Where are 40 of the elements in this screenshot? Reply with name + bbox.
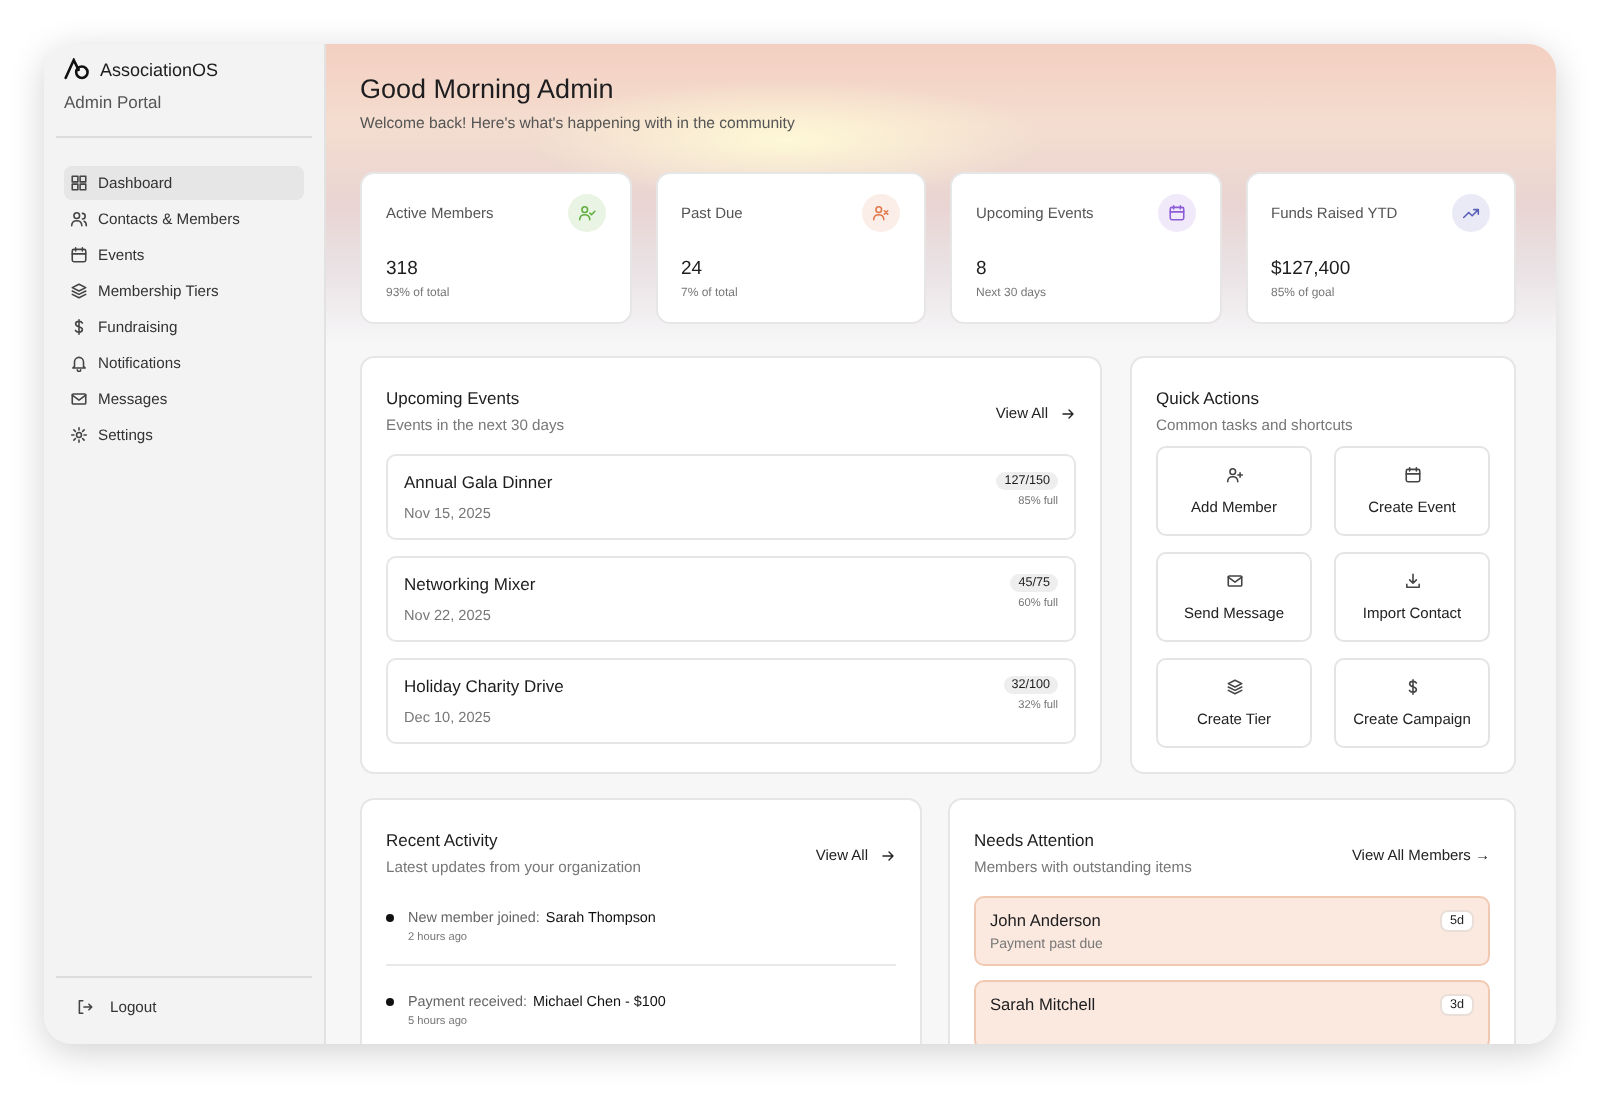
bell-icon	[70, 354, 88, 372]
stat-value: 24	[681, 258, 705, 280]
dollar-icon	[70, 318, 88, 336]
event-name: Holiday Charity Drive	[404, 676, 564, 696]
stat-value: 318	[386, 258, 420, 280]
panel-title: Upcoming Events	[386, 388, 522, 408]
mail-icon	[70, 390, 88, 408]
panel-title: Quick Actions	[1156, 388, 1261, 408]
logout-icon	[76, 998, 94, 1016]
user-check-icon	[577, 204, 595, 222]
dollar-icon	[1403, 678, 1421, 696]
member-name: John Anderson	[990, 910, 1103, 930]
bullet-dot	[386, 914, 394, 922]
stat-value: $127,400	[1271, 258, 1353, 280]
stat-value: 8	[976, 258, 989, 280]
event-name: Annual Gala Dinner	[404, 472, 553, 492]
portal-label: Admin Portal	[64, 92, 164, 112]
download-icon	[1403, 572, 1421, 590]
trend-up-icon	[1462, 204, 1480, 222]
logo-icon	[64, 58, 90, 80]
user-plus-icon	[1225, 466, 1243, 484]
panel-title: Needs Attention	[974, 830, 1097, 850]
user-x-icon	[872, 204, 890, 222]
people-icon	[70, 210, 88, 228]
layers-icon	[70, 282, 88, 300]
calendar-icon	[1403, 466, 1421, 484]
layers-icon	[1225, 678, 1243, 696]
calendar-icon	[1167, 204, 1185, 222]
brand-name: AssociationOS	[100, 59, 219, 79]
arrow-icon	[1060, 405, 1076, 421]
arrow-icon	[880, 847, 896, 863]
greeting-title: Good Morning Admin	[360, 74, 616, 104]
settings-icon	[70, 426, 88, 444]
bullet-dot	[386, 998, 394, 1006]
member-name: Sarah Mitchell	[990, 994, 1096, 1014]
panel-title: Recent Activity	[386, 830, 500, 850]
dashboard-icon	[70, 174, 88, 192]
mail-icon	[1225, 572, 1243, 590]
calendar-icon	[70, 246, 88, 264]
event-name: Networking Mixer	[404, 574, 536, 594]
